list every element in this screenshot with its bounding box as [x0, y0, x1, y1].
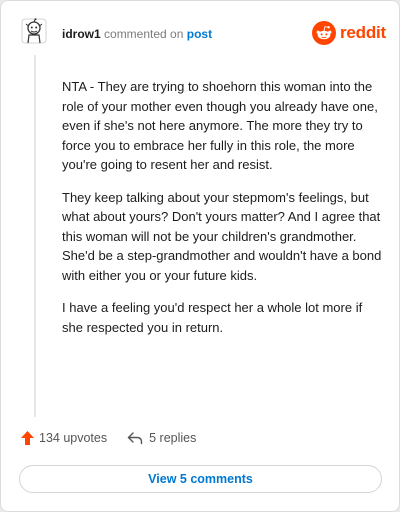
- view-comments-button[interactable]: View 5 comments: [19, 465, 382, 493]
- post-link[interactable]: post: [187, 27, 212, 41]
- reddit-wordmark: reddit: [340, 23, 387, 42]
- reddit-logo[interactable]: reddit: [312, 20, 386, 46]
- reddit-alien-icon: [312, 21, 336, 45]
- comment-paragraph: NTA - They are trying to shoehorn this w…: [62, 79, 378, 172]
- upvote-button[interactable]: 134 upvotes: [20, 430, 107, 446]
- upvote-arrow-icon: [21, 431, 34, 445]
- comment-card: idrow1 commented on post reddit NTA - Th…: [0, 0, 400, 512]
- comment-body: NTA - They are trying to shoehorn this w…: [62, 77, 386, 350]
- comment-header: idrow1 commented on post: [62, 26, 212, 42]
- upvote-count: 134 upvotes: [39, 431, 108, 445]
- username-link[interactable]: idrow1: [62, 27, 101, 41]
- comment-paragraph: I have a feeling you'd respect her a who…: [62, 300, 363, 335]
- user-avatar-icon[interactable]: [20, 17, 48, 45]
- thread-line: [34, 55, 36, 417]
- reply-arrow-icon: [127, 432, 143, 445]
- comment-paragraph: They keep talking about your stepmom's f…: [62, 189, 382, 283]
- reply-count: 5 replies: [149, 431, 197, 445]
- comment-actions: 134 upvotes 5 replies: [20, 430, 196, 446]
- commented-on-text: commented on: [104, 27, 184, 41]
- replies-button[interactable]: 5 replies: [127, 431, 196, 445]
